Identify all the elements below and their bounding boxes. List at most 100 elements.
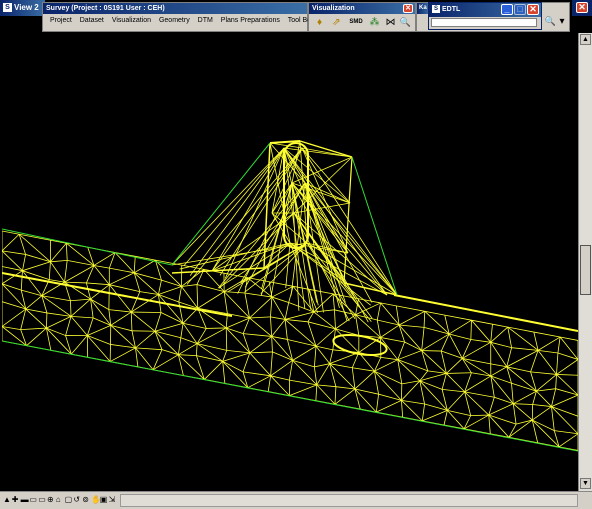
mesh-edge [354, 370, 375, 390]
mesh-edge [133, 256, 136, 273]
mesh-edge [224, 291, 245, 294]
mesh-edge [314, 363, 330, 368]
mesh-edge [2, 230, 20, 235]
mesh-edge [25, 295, 43, 310]
mesh-edge [249, 351, 273, 354]
view-title-bar[interactable]: S View 2 [0, 0, 45, 16]
view-tool-4-icon[interactable]: ▭ [38, 495, 46, 504]
mesh-edge [93, 252, 116, 266]
close-icon: ✕ [578, 2, 586, 12]
mesh-edge [376, 302, 381, 321]
mesh-edge [204, 361, 223, 380]
mesh-edge [87, 324, 111, 336]
view-tool-5-icon[interactable]: ⊕ [47, 495, 54, 504]
view-tool-7-icon[interactable]: ▢ [65, 495, 73, 504]
view-2-window: S View 2 ✕ Survey (Project : 0S191 User :… [0, 0, 592, 509]
side-dropdown-button[interactable]: ▾ [557, 14, 567, 29]
mesh-edge [488, 403, 514, 416]
mesh-edge [135, 330, 156, 349]
survey-toolbar-title-bar[interactable]: Survey (Project : 0S191 User : CEH) [43, 3, 307, 14]
view-tool-9-icon[interactable]: ⊚ [82, 495, 89, 504]
display-symbols-button[interactable]: ⁂ [367, 15, 382, 30]
visualization-toolbar: Visualization ✕ ♦ ⇗ SMD ⁂ ⋈ 🔍 [308, 2, 416, 32]
mesh-edge [2, 233, 20, 252]
view-tool-8-icon[interactable]: ↺ [73, 495, 80, 504]
mesh-edge [396, 305, 425, 312]
mesh-edge [421, 327, 425, 351]
menu-dtm[interactable]: DTM [198, 17, 213, 24]
mesh-edge [558, 446, 578, 451]
visualization-title-bar[interactable]: Visualization ✕ [309, 3, 415, 14]
scroll-down-button[interactable]: ▼ [580, 478, 591, 489]
mesh-edge [178, 286, 182, 303]
display-points-button[interactable]: ♦ [312, 15, 327, 30]
mesh-edge [65, 243, 68, 261]
mesh-edge [90, 298, 110, 311]
mesh-edge [41, 295, 72, 317]
horizontal-scrollbar[interactable] [120, 494, 578, 507]
vertical-scrollbar[interactable]: ▲ ▼ [578, 33, 592, 491]
view-tool-1-icon[interactable]: ✚ [12, 495, 19, 504]
edtl-logo-icon: S [432, 5, 440, 14]
edtl-restore-button[interactable]: □ [514, 4, 526, 15]
mesh-edge [292, 345, 317, 361]
view-title-bar-right[interactable]: ✕ [572, 0, 592, 16]
scroll-thumb[interactable] [580, 245, 591, 295]
mesh-edge [397, 350, 422, 361]
mesh-edge [154, 322, 184, 332]
edtl-title-bar[interactable]: S EDTL _ □ ✕ [429, 3, 541, 17]
mesh-edge [313, 346, 317, 367]
mesh-edge [249, 316, 271, 319]
menu-geometry[interactable]: Geometry [159, 17, 190, 24]
mesh-edge [351, 367, 356, 390]
mesh-edge [86, 265, 95, 284]
mesh-edge [222, 352, 250, 362]
view-tool-6-icon[interactable]: ⌂ [56, 495, 61, 504]
mesh-edge [189, 147, 285, 276]
mesh-edge [352, 367, 375, 372]
mesh-edge [313, 366, 318, 385]
mesh-edge [271, 285, 294, 298]
view-tool-2-icon[interactable]: ▬ [21, 495, 29, 504]
mesh-edge [444, 314, 472, 321]
mesh-edge [177, 337, 182, 355]
mesh-edge [249, 317, 272, 337]
view-tool-11-icon[interactable]: ▣ [100, 495, 108, 504]
scroll-up-button[interactable]: ▲ [580, 34, 591, 45]
menu-project[interactable]: Project [50, 17, 72, 24]
view-tool-12-icon[interactable]: ⇲ [109, 495, 116, 504]
mesh-edge [378, 393, 402, 401]
edtl-input[interactable] [431, 18, 537, 27]
mesh-edge [249, 352, 271, 377]
zoom-button[interactable]: 🔍 [398, 15, 413, 30]
mesh-edge [440, 350, 447, 374]
mesh-edge [154, 330, 181, 339]
view-tool-0-icon[interactable]: ▲ [3, 495, 11, 504]
side-zoom-button[interactable]: 🔍 [543, 14, 558, 29]
close-visualization-button[interactable]: ✕ [403, 4, 413, 13]
mesh-edge [270, 316, 273, 337]
survey-toolbar-title: Survey (Project : 0S191 User : CEH) [46, 5, 165, 12]
display-lines-button[interactable]: ⇗ [329, 15, 344, 30]
mesh-edge [380, 324, 400, 338]
mesh-edge [270, 360, 293, 377]
menu-dataset[interactable]: Dataset [80, 17, 104, 24]
menu-visualization[interactable]: Visualization [112, 17, 151, 24]
mesh-edge [71, 335, 88, 355]
mesh-edge [334, 388, 356, 405]
display-smd-button[interactable]: SMD [346, 15, 366, 30]
mesh-edge [448, 319, 472, 335]
mesh-edge [108, 252, 116, 269]
drawing-canvas[interactable] [2, 33, 578, 491]
menu-plans-preparations[interactable]: Plans Preparations [221, 17, 280, 24]
display-tin-button[interactable]: ⋈ [383, 15, 398, 30]
edtl-minimize-button[interactable]: _ [501, 4, 513, 15]
chevron-down-icon: ▾ [559, 16, 565, 27]
view-tool-3-icon[interactable]: ▭ [29, 495, 37, 504]
mesh-edge [158, 280, 162, 295]
mesh-edge [2, 266, 23, 272]
edtl-close-button[interactable]: ✕ [527, 4, 539, 15]
close-view-button[interactable]: ✕ [576, 2, 588, 13]
mesh-edge [46, 315, 72, 329]
mesh-edge [242, 333, 251, 353]
